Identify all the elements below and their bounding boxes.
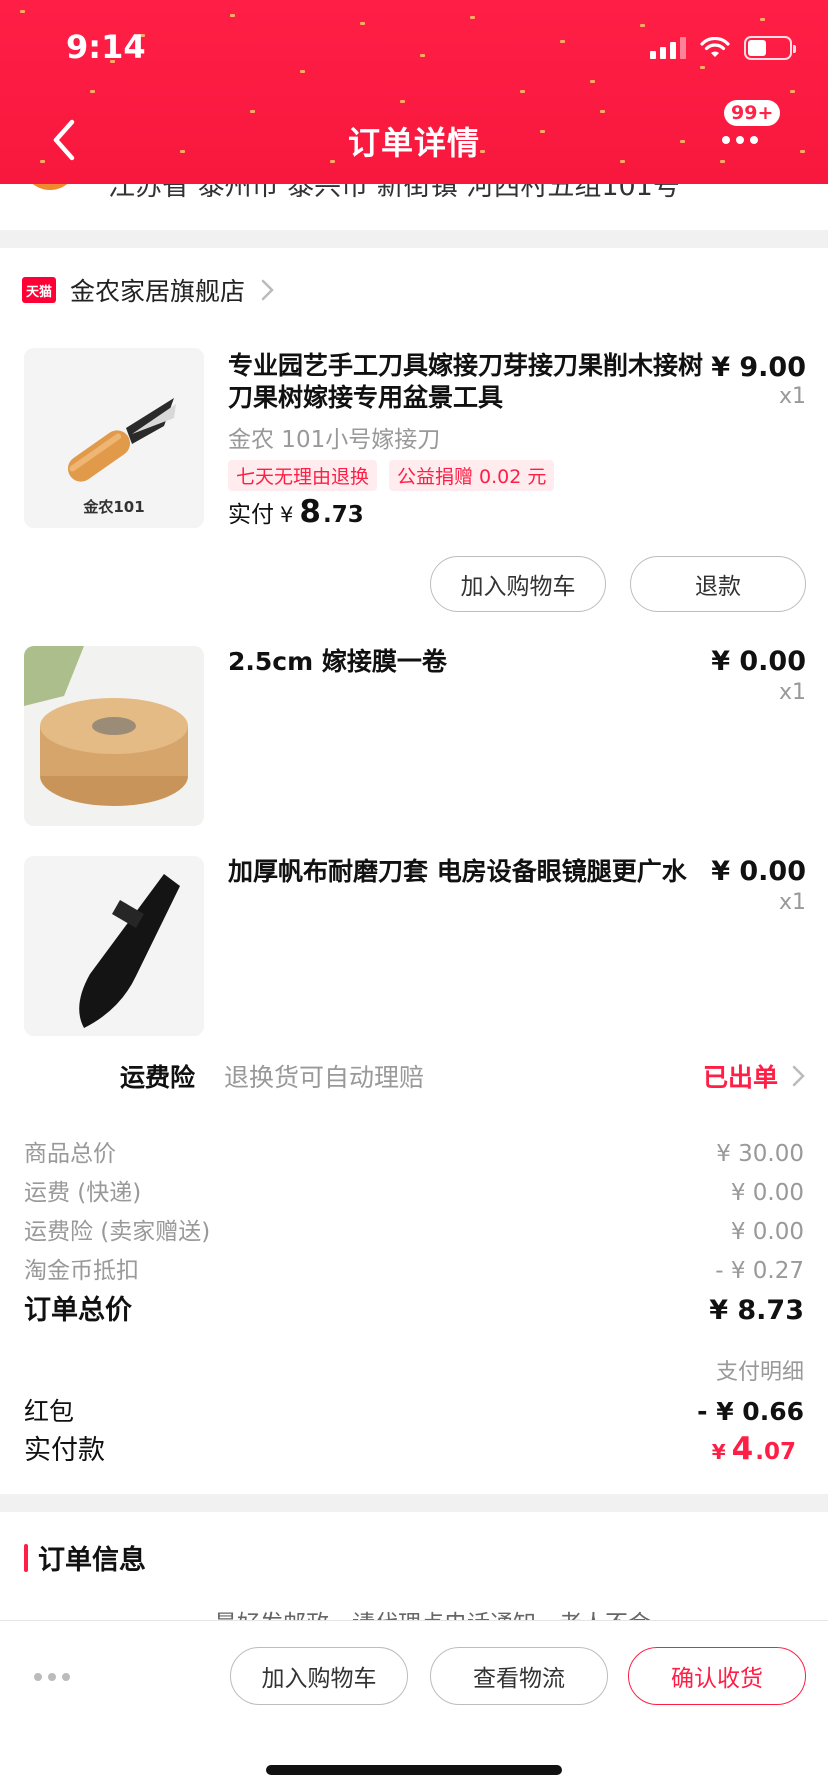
shop-link[interactable]: 天猫 金农家居旗舰店 xyxy=(22,272,275,308)
bottom-action-bar: 加入购物车 查看物流 确认收货 xyxy=(0,1620,828,1792)
order-info-header: 订单信息 xyxy=(24,1538,146,1577)
goods-total-row: 商品总价 ¥ 30.00 xyxy=(24,1134,804,1168)
more-button[interactable]: 99+ xyxy=(716,100,788,160)
item-quantity: x1 xyxy=(778,890,806,915)
item-title[interactable]: 2.5cm 嫁接膜一卷 xyxy=(228,646,708,678)
return-policy-tag: 七天无理由退换 xyxy=(228,460,378,491)
message-badge: 99+ xyxy=(724,100,781,126)
goods-total-value: ¥ 30.00 xyxy=(716,1141,804,1167)
paid-integer: 8 xyxy=(299,494,321,530)
refund-button[interactable]: 退款 xyxy=(630,556,806,612)
red-packet-row: 红包 - ¥ 0.66 xyxy=(24,1392,804,1428)
red-packet-label: 红包 xyxy=(24,1397,75,1426)
order-total-label: 订单总价 xyxy=(24,1295,132,1326)
actual-paid-yen: ¥ xyxy=(711,1440,726,1464)
actual-paid-value: ¥ 4 .07 xyxy=(712,1431,796,1467)
insurance-value: ¥ 0.00 xyxy=(730,1219,804,1245)
confirm-receipt-button[interactable]: 确认收货 xyxy=(628,1647,806,1705)
red-packet-value: - ¥ 0.66 xyxy=(697,1397,804,1426)
charity-tag: 公益捐赠 0.02 元 xyxy=(389,460,555,491)
payment-detail-link[interactable]: 支付明细 xyxy=(716,1354,804,1386)
freight-insurance-status[interactable]: 已出单 xyxy=(703,1058,778,1094)
status-icons xyxy=(650,36,796,60)
view-logistics-button[interactable]: 查看物流 xyxy=(430,1647,608,1705)
section-divider xyxy=(0,1494,828,1512)
paid-decimal: .73 xyxy=(322,502,364,528)
order-info-title: 订单信息 xyxy=(38,1545,146,1576)
freight-insurance-row[interactable]: 运费险 退换货可自动理赔 已出单 xyxy=(0,1058,828,1098)
more-actions-button[interactable] xyxy=(34,1673,70,1681)
wifi-icon xyxy=(700,37,730,57)
battery-icon xyxy=(744,36,796,60)
freight-insurance-label: 运费险 xyxy=(120,1063,196,1092)
actual-paid-integer: 4 xyxy=(731,1431,754,1467)
actual-paid-row: 实付款 ¥ 4 .07 xyxy=(24,1428,804,1467)
order-total-row: 订单总价 ¥ 8.73 xyxy=(24,1288,804,1327)
coin-deduction-label: 淘金币抵扣 xyxy=(24,1258,139,1284)
product-image-grafting-film[interactable] xyxy=(24,646,204,826)
insurance-label: 运费险 (卖家赠送) xyxy=(24,1219,211,1245)
item-quantity: x1 xyxy=(778,680,806,705)
signal-icon xyxy=(650,37,686,59)
shop-name: 金农家居旗舰店 xyxy=(70,277,246,306)
home-indicator xyxy=(266,1765,562,1775)
shipping-value: ¥ 0.00 xyxy=(730,1180,804,1206)
coin-deduction-value: - ¥ 0.27 xyxy=(715,1258,804,1284)
item-sku: 金农 101小号嫁接刀 xyxy=(228,427,441,453)
product-image-grafting-knife[interactable]: 金农101 xyxy=(24,348,204,528)
section-divider xyxy=(0,230,828,248)
tmall-icon: 天猫 xyxy=(22,277,56,303)
more-icon xyxy=(722,136,758,144)
add-to-cart-button[interactable]: 加入购物车 xyxy=(230,1647,408,1705)
accent-bar xyxy=(24,1543,28,1572)
shipping-label: 运费 (快递) xyxy=(24,1180,142,1206)
item-title[interactable]: 加厚帆布耐磨刀套 电房设备眼镜腿更广水 xyxy=(228,856,708,888)
item-price: ¥ 9.00 xyxy=(711,352,806,383)
item-quantity: x1 xyxy=(778,384,806,409)
paid-label: 实付 xyxy=(228,502,274,528)
insurance-row: 运费险 (卖家赠送) ¥ 0.00 xyxy=(24,1212,804,1246)
order-total-value: ¥ 8.73 xyxy=(709,1295,804,1326)
app-header: 9:14 订单详情 99+ xyxy=(0,0,828,184)
status-time: 9:14 xyxy=(66,28,146,66)
coin-deduction-row: 淘金币抵扣 - ¥ 0.27 xyxy=(24,1251,804,1285)
item-paid-amount: 实付 ¥ 8 .73 xyxy=(228,494,364,530)
shipping-row: 运费 (快递) ¥ 0.00 xyxy=(24,1173,804,1207)
chevron-right-icon xyxy=(792,1065,805,1087)
add-to-cart-button[interactable]: 加入购物车 xyxy=(430,556,606,612)
grafting-film-image xyxy=(24,646,204,826)
item-tags: 七天无理由退换 公益捐赠 0.02 元 xyxy=(228,460,555,491)
freight-insurance-desc: 退换货可自动理赔 xyxy=(224,1063,425,1092)
knife-sheath-image xyxy=(24,856,204,1036)
item-title[interactable]: 专业园艺手工刀具嫁接刀芽接刀果削木接树刀果树嫁接专用盆景工具 xyxy=(228,350,708,414)
chevron-right-icon xyxy=(261,279,274,301)
image-caption: 金农101 xyxy=(82,498,144,516)
page-title: 订单详情 xyxy=(347,124,480,162)
goods-total-label: 商品总价 xyxy=(24,1141,116,1167)
paid-yen: ¥ xyxy=(280,503,294,527)
grafting-knife-image: 金农101 xyxy=(24,348,204,528)
actual-paid-label: 实付款 xyxy=(24,1435,105,1466)
actual-paid-decimal: .07 xyxy=(755,1439,796,1465)
item-price: ¥ 0.00 xyxy=(711,646,806,677)
product-image-knife-sheath[interactable] xyxy=(24,856,204,1036)
item-price: ¥ 0.00 xyxy=(711,856,806,887)
